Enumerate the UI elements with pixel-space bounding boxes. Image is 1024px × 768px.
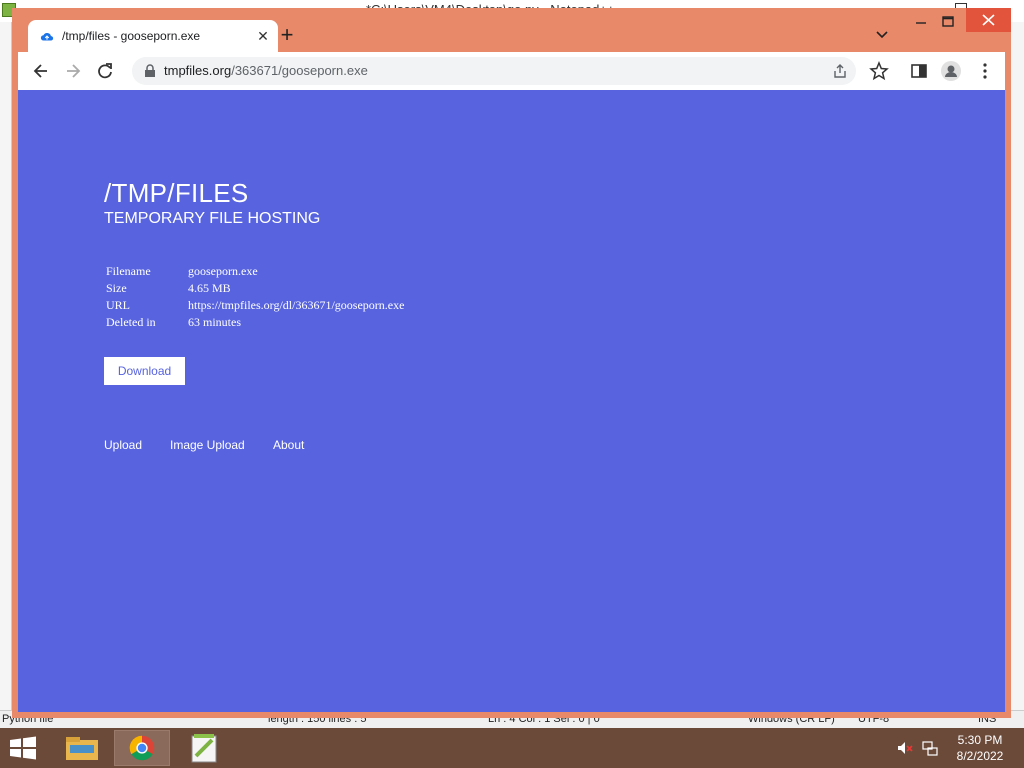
info-label: URL bbox=[106, 298, 130, 312]
speaker-muted-icon[interactable] bbox=[896, 740, 914, 756]
reload-icon[interactable] bbox=[94, 60, 116, 82]
nav-link-about[interactable]: About bbox=[273, 438, 304, 452]
nav-link-image-upload[interactable]: Image Upload bbox=[170, 438, 245, 452]
taskbar-notepad-plus-plus[interactable] bbox=[176, 730, 232, 766]
url-path: /363671/gooseporn.exe bbox=[231, 63, 368, 78]
windows-start-icon[interactable] bbox=[8, 736, 38, 760]
info-value: gooseporn.exe bbox=[188, 264, 258, 278]
taskbar: 5:30 PM 8/2/2022 bbox=[0, 728, 1024, 768]
tab-active[interactable]: /tmp/files - gooseporn.exe ✕ bbox=[28, 20, 278, 54]
network-icon[interactable] bbox=[922, 740, 938, 756]
page-title: /TMP/FILES bbox=[104, 178, 249, 208]
tab-strip: /tmp/files - gooseporn.exe ✕ + bbox=[12, 8, 1011, 54]
notepad-left-edge bbox=[0, 22, 12, 712]
info-value: 4.65 MB bbox=[188, 281, 231, 295]
page-content: /TMP/FILES TEMPORARY FILE HOSTING Filena… bbox=[18, 90, 1005, 712]
info-value: https://tmpfiles.org/dl/363671/gooseporn… bbox=[188, 298, 405, 312]
download-button[interactable]: Download bbox=[104, 357, 185, 385]
forward-icon[interactable] bbox=[62, 60, 84, 82]
minimize-icon[interactable] bbox=[914, 14, 928, 28]
bookmark-star-icon[interactable] bbox=[868, 60, 890, 82]
url-text: tmpfiles.org/363671/gooseporn.exe bbox=[164, 63, 368, 78]
taskbar-chrome[interactable] bbox=[114, 730, 170, 766]
nav-link-upload[interactable]: Upload bbox=[104, 438, 142, 452]
chrome-icon bbox=[129, 735, 155, 761]
side-panel-icon[interactable] bbox=[908, 60, 930, 82]
clock-date: 8/2/2022 bbox=[956, 749, 1004, 763]
new-tab-button[interactable]: + bbox=[276, 24, 298, 46]
info-label: Filename bbox=[106, 264, 151, 278]
taskbar-file-explorer[interactable] bbox=[54, 730, 110, 766]
clock-time: 5:30 PM bbox=[957, 733, 1003, 747]
chevron-down-icon[interactable] bbox=[874, 26, 890, 42]
info-label: Deleted in bbox=[106, 315, 156, 329]
maximize-icon[interactable] bbox=[940, 14, 956, 30]
browser-toolbar: tmpfiles.org/363671/gooseporn.exe bbox=[18, 52, 1005, 90]
address-bar[interactable]: tmpfiles.org/363671/gooseporn.exe bbox=[132, 57, 856, 85]
share-icon[interactable] bbox=[832, 63, 848, 79]
profile-avatar-icon[interactable] bbox=[940, 60, 962, 82]
taskbar-clock[interactable]: 5:30 PM 8/2/2022 bbox=[950, 732, 1010, 764]
url-host: tmpfiles.org bbox=[164, 63, 232, 78]
close-icon bbox=[982, 14, 995, 26]
tab-title: /tmp/files - gooseporn.exe bbox=[62, 29, 201, 43]
info-label: Size bbox=[106, 281, 127, 295]
close-window-button[interactable] bbox=[966, 8, 1011, 32]
notepad-plus-plus-icon bbox=[191, 734, 217, 763]
lock-icon[interactable] bbox=[144, 64, 156, 78]
menu-kebab-icon[interactable] bbox=[974, 60, 996, 82]
cloud-upload-icon bbox=[40, 32, 54, 41]
notepad-right-edge bbox=[1010, 22, 1024, 712]
info-value: 63 minutes bbox=[188, 315, 241, 329]
tab-close-icon[interactable]: ✕ bbox=[254, 27, 272, 45]
browser-window: /tmp/files - gooseporn.exe ✕ + tmpfiles.… bbox=[12, 8, 1011, 718]
page-subtitle: TEMPORARY FILE HOSTING bbox=[104, 210, 321, 227]
back-icon[interactable] bbox=[30, 60, 52, 82]
file-explorer-icon bbox=[66, 737, 98, 760]
